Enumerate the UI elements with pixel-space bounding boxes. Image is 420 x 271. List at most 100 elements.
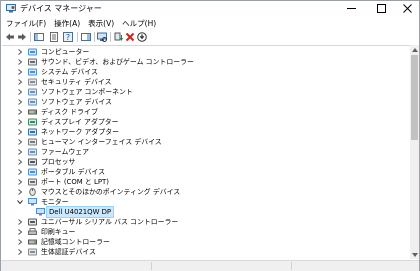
tree-item-label: ネットワーク アダプター bbox=[41, 128, 119, 136]
chevron-right-icon[interactable] bbox=[16, 107, 24, 117]
tree-category-item[interactable]: サウンド、ビデオ、およびゲーム コントローラー bbox=[2, 57, 410, 67]
show-hide-console-tree-icon[interactable] bbox=[34, 32, 44, 42]
scrollbar-thumb[interactable] bbox=[411, 55, 418, 140]
tree-category-item[interactable]: ファームウェア bbox=[2, 147, 410, 157]
status-bar bbox=[1, 260, 419, 271]
chevron-right-icon[interactable] bbox=[16, 157, 24, 167]
scroll-up-arrow-icon[interactable] bbox=[410, 45, 419, 54]
tree-category-item[interactable]: ポータブル デバイス bbox=[2, 167, 410, 177]
system-device-icon bbox=[28, 68, 37, 76]
chevron-right-icon[interactable] bbox=[16, 227, 24, 237]
properties-icon[interactable] bbox=[49, 32, 59, 42]
close-button[interactable] bbox=[394, 1, 420, 16]
forward-icon[interactable] bbox=[17, 32, 27, 42]
tree-category-item[interactable]: プロセッサ bbox=[2, 157, 410, 167]
storage-controller-icon bbox=[28, 238, 37, 246]
window-title: デバイス マネージャー bbox=[20, 4, 102, 13]
tree-category-item[interactable]: ディスク ドライブ bbox=[2, 107, 410, 117]
portable-device-icon bbox=[28, 168, 37, 176]
action-pane-icon[interactable] bbox=[81, 32, 91, 42]
chevron-right-icon[interactable] bbox=[16, 77, 24, 87]
disable-device-icon[interactable] bbox=[137, 32, 147, 42]
tree-category-item[interactable]: マウスとそのほかのポインティング デバイス bbox=[2, 187, 410, 197]
usb-icon bbox=[28, 218, 37, 226]
tree-category-item[interactable]: ソフトウェア デバイス bbox=[2, 97, 410, 107]
chevron-down-icon[interactable] bbox=[16, 197, 24, 207]
toolbar-separator bbox=[94, 32, 95, 42]
chevron-right-icon[interactable] bbox=[16, 117, 24, 127]
menu-help[interactable]: ヘルプ(H) bbox=[118, 18, 160, 30]
tree-category-item[interactable]: 記憶域コントローラー bbox=[2, 237, 410, 247]
tree-item-label: 記憶域コントローラー bbox=[41, 238, 110, 246]
tree-category-item[interactable]: セキュリティ デバイス bbox=[2, 77, 410, 87]
chevron-right-icon[interactable] bbox=[16, 167, 24, 177]
toolbar-separator bbox=[77, 32, 78, 42]
chevron-right-icon[interactable] bbox=[16, 127, 24, 137]
display-adapter-icon bbox=[28, 118, 37, 126]
tree-item-label: ソフトウェア コンポーネント bbox=[41, 88, 133, 96]
update-driver-icon[interactable] bbox=[114, 32, 124, 42]
tree-item-label: Dell U4021QW DP bbox=[45, 206, 115, 218]
tree-category-item[interactable]: ヒューマン インターフェイス デバイス bbox=[2, 137, 410, 147]
tree-item-label: プロセッサ bbox=[41, 158, 76, 166]
tree-item-label: コンピューター bbox=[41, 48, 90, 56]
chevron-right-icon[interactable] bbox=[16, 87, 24, 97]
tree-category-item[interactable]: ポート (COM と LPT) bbox=[2, 177, 410, 187]
status-divider bbox=[151, 262, 152, 270]
chevron-right-icon[interactable] bbox=[16, 247, 24, 257]
chevron-right-icon[interactable] bbox=[16, 137, 24, 147]
device-manager-window: デバイス マネージャー ファイル(F) 操作(A) 表示(V) ヘルプ(H) ?… bbox=[0, 0, 420, 271]
uninstall-device-icon[interactable] bbox=[125, 32, 135, 42]
minimize-button[interactable] bbox=[338, 1, 364, 16]
chevron-right-icon[interactable] bbox=[16, 67, 24, 77]
port-icon bbox=[28, 178, 37, 186]
tree-category-item[interactable]: ディスプレイ アダプター bbox=[2, 117, 410, 127]
menu-action[interactable]: 操作(A) bbox=[50, 18, 84, 30]
maximize-button[interactable] bbox=[368, 1, 394, 16]
tree-item-label: ポート (COM と LPT) bbox=[41, 178, 109, 186]
menu-bar: ファイル(F) 操作(A) 表示(V) ヘルプ(H) bbox=[1, 18, 419, 30]
device-tree[interactable]: コンピューターサウンド、ビデオ、およびゲーム コントローラー システム デバイスセ… bbox=[2, 45, 410, 259]
chevron-right-icon[interactable] bbox=[16, 97, 24, 107]
scroll-down-arrow-icon[interactable] bbox=[410, 250, 419, 259]
back-icon[interactable] bbox=[5, 32, 15, 42]
chevron-right-icon[interactable] bbox=[16, 47, 24, 57]
chevron-right-icon[interactable] bbox=[16, 217, 24, 227]
tree-item-label: 生体認証デバイス bbox=[41, 248, 96, 256]
tree-category-item[interactable]: ネットワーク アダプター bbox=[2, 127, 410, 137]
tree-category-item[interactable]: モニター bbox=[2, 197, 410, 207]
menu-file[interactable]: ファイル(F) bbox=[1, 18, 50, 30]
scan-hardware-icon[interactable] bbox=[97, 32, 107, 42]
vertical-scrollbar[interactable] bbox=[410, 45, 419, 259]
svg-text:?: ? bbox=[66, 33, 70, 42]
menu-view[interactable]: 表示(V) bbox=[84, 18, 118, 30]
help-icon[interactable]: ? bbox=[63, 32, 73, 42]
tree-category-item[interactable]: ソフトウェア コンポーネント bbox=[2, 87, 410, 97]
hid-icon bbox=[28, 138, 37, 146]
chevron-right-icon[interactable] bbox=[16, 237, 24, 247]
device-manager-icon bbox=[6, 4, 16, 13]
title-bar[interactable]: デバイス マネージャー bbox=[1, 1, 419, 16]
software-component-icon bbox=[28, 88, 37, 96]
tree-item-label: ポータブル デバイス bbox=[41, 168, 105, 176]
tree-category-item[interactable]: ユニバーサル シリアル バス コントローラー bbox=[2, 217, 410, 227]
tree-device-item[interactable]: Dell U4021QW DP bbox=[2, 206, 410, 218]
chevron-right-icon[interactable] bbox=[16, 177, 24, 187]
tree-category-item[interactable]: コンピューター bbox=[2, 47, 410, 57]
toolbar-separator bbox=[30, 32, 31, 42]
print-queue-icon bbox=[28, 228, 37, 236]
tree-category-item[interactable]: 生体認証デバイス bbox=[2, 247, 410, 257]
tree-item-label: ソフトウェア デバイス bbox=[41, 98, 112, 106]
chevron-right-icon[interactable] bbox=[16, 187, 24, 197]
tree-item-label: マウスとそのほかのポインティング デバイス bbox=[41, 188, 181, 196]
tree-category-item[interactable]: 印刷キュー bbox=[2, 227, 410, 237]
tree-category-item[interactable]: システム デバイス bbox=[2, 67, 410, 77]
disk-drive-icon bbox=[28, 108, 37, 116]
tree-item-label: サウンド、ビデオ、およびゲーム コントローラー bbox=[41, 58, 194, 66]
chevron-right-icon[interactable] bbox=[16, 57, 24, 67]
chevron-right-icon[interactable] bbox=[16, 147, 24, 157]
toolbar-separator bbox=[110, 32, 111, 42]
tree-item-label: 印刷キュー bbox=[41, 228, 76, 236]
security-device-icon bbox=[28, 78, 37, 86]
tree-item-label: ディスク ドライブ bbox=[41, 108, 98, 116]
